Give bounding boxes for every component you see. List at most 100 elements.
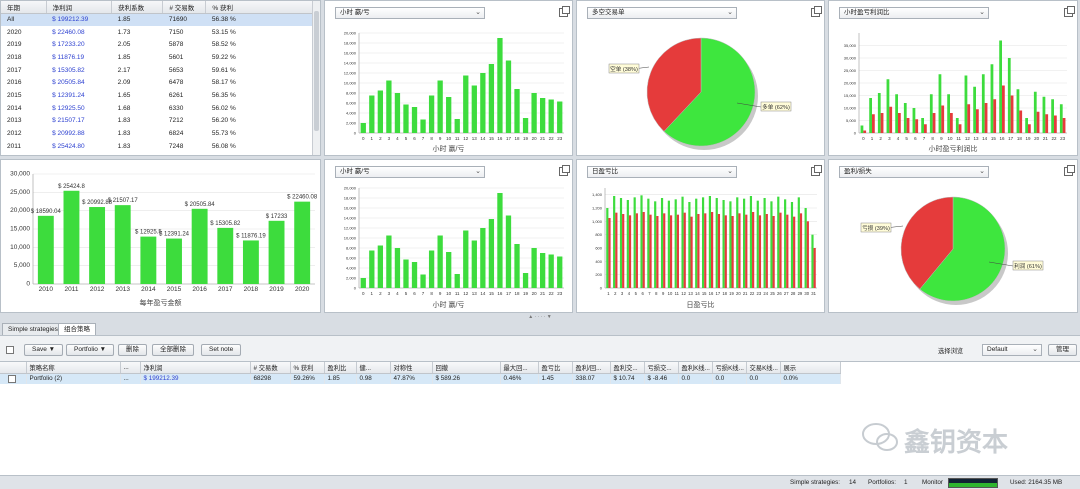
grid-col-header[interactable]: 策略名称 [26,362,121,374]
copy-icon[interactable] [811,165,822,176]
grid-cell: 0.98 [356,373,391,384]
copy-icon[interactable] [1064,6,1075,17]
grid-col-header[interactable]: 净利润 [140,362,251,374]
splitter-handle[interactable]: ▲ · · · · ▼ [520,314,560,320]
tab-simple-strategies[interactable]: Simple strategies [2,323,64,335]
grid-col-header[interactable]: 健... [356,362,391,374]
delete-button[interactable]: 删除 [118,344,147,356]
view-label: 选择浏览 [938,348,964,355]
grid-cell: 47.87% [390,373,433,384]
chart-type-select[interactable]: 小时盈亏利润比 ⌄ [839,7,989,19]
table-row[interactable]: 2017 $ 15305.82 2.17 5653 59.61 % [1,64,313,77]
bar [786,214,789,288]
grid-col-header[interactable]: ... [120,362,141,374]
year-table-col-header[interactable]: 净利润 [46,1,113,14]
hour-winloss-chart: 0 2,000 4,000 6,000 8,000 10,000 12,000 14,000 1… [344,31,564,141]
table-row[interactable]: 2011 $ 25424.80 1.83 7248 56.08 % [1,140,313,153]
bar [360,278,366,288]
table-row[interactable]: 2016 $ 20505.84 2.09 6478 58.17 % [1,76,313,89]
data-label: $ 15305.82 [210,221,241,227]
grid-col-header[interactable]: 回撤 [432,362,501,374]
set-note-button[interactable]: Set note [201,344,242,356]
table-row[interactable]: Portfolio (2)... $ 199212.39 68298 59.26% 1.… [0,373,841,384]
y-tick-label: 18,000 [344,196,357,201]
x-tick-label: 4 [628,291,631,296]
manage-button[interactable]: 管理 [1048,344,1077,356]
grid-col-header[interactable]: 亏损交... [644,362,679,374]
table-row[interactable]: 2019 $ 17233.20 2.05 5878 58.52 % [1,38,313,51]
grid-col-header[interactable]: 盈利K线... [678,362,713,374]
profit-loss-pie: 亏损 (39%) 利润 (61%) [860,196,1044,305]
bar [674,199,677,288]
chart-caption: 日盈亏比 [686,302,715,309]
chart-type-select[interactable]: 小时 赢/亏 ⌄ [335,7,485,19]
year-table-col-header[interactable]: 获利系数 [111,1,164,14]
chart-type-select[interactable]: 盈利/损失 ⌄ [839,166,989,178]
table-row[interactable]: 2012 $ 20992.88 1.83 6824 55.73 % [1,127,313,140]
grid-col-header[interactable]: 最大回... [500,362,539,374]
table-cell: 2011 [7,142,21,150]
chart-type-select[interactable]: 多空交易单 ⌄ [587,7,737,19]
copy-icon[interactable] [559,6,570,17]
bar [950,113,953,133]
portfolios-count: 1 [904,479,908,486]
table-row[interactable]: 2018 $ 11876.19 1.85 5601 59.22 % [1,51,313,64]
bar [869,98,872,133]
grid-col-header[interactable]: 对称性 [390,362,433,374]
table-row[interactable]: 2020 $ 22460.08 1.73 7150 53.15 % [1,26,313,39]
grid-col-header[interactable]: 盈利/回... [572,362,611,374]
bar [797,197,800,288]
bar [505,60,512,133]
table-row[interactable]: 2013 $ 21507.17 1.83 7212 56.20 % [1,115,313,128]
table-row[interactable]: 2014 $ 12925.50 1.68 6330 56.02 % [1,102,313,115]
table-row[interactable]: 2015 $ 12391.24 1.65 6261 56.35 % [1,89,313,102]
bar [932,113,936,133]
bar [811,234,814,288]
grid-col-header[interactable]: % 获利 [290,362,325,374]
y-tick-label: 20,000 [844,81,857,86]
table-cell: 56.35 % [211,91,236,99]
table-cell: 2019 [7,41,22,49]
tab-portfolio-strategies[interactable]: 组合策略 [58,323,96,335]
table-row[interactable]: All $ 199212.39 1.85 71690 56.38 % [1,13,313,26]
table-cell: 6824 [168,130,184,138]
x-tick-label: 12 [681,291,686,296]
x-tick-label: 21 [1043,136,1049,141]
bar [1062,118,1066,133]
year-table-col-header[interactable]: # 交易数 [162,1,207,14]
row-checkbox[interactable] [8,374,16,383]
year-table-col-header[interactable]: % 获利 [205,1,313,14]
bar [903,103,907,133]
grid-col-header[interactable]: # 交易数 [250,362,291,374]
bar [1059,104,1063,133]
x-tick-label: 21 [743,291,748,296]
copy-icon[interactable] [559,165,570,176]
monitor-graph [948,478,998,488]
memory-used: Used: 2164.35 MB [1010,479,1063,486]
bar [863,130,867,133]
save-button[interactable]: Save ▼ [24,344,64,356]
grid-col-header[interactable]: 亏损K线... [712,362,747,374]
y-tick-label: 1,200 [592,206,603,211]
x-tick-label: 8 [430,136,433,141]
copy-icon[interactable] [1064,165,1075,176]
x-tick-label: 8 [931,136,934,141]
bar [654,201,657,288]
grid-col-header[interactable]: 盈亏比 [538,362,573,374]
view-select[interactable]: Default ⌄ [982,344,1042,356]
select-all-checkbox[interactable] [6,346,14,354]
portfolio-button[interactable]: Portfolio ▼ [66,344,115,356]
delete-all-button[interactable]: 全部删除 [152,344,194,356]
grid-col-header[interactable]: 盈利交... [610,362,645,374]
grid-col-header[interactable]: 交易K线... [746,362,781,374]
chart-type-select[interactable]: 小时 赢/亏 ⌄ [335,166,485,178]
chart-type-select[interactable]: 日盈亏比 ⌄ [587,166,737,178]
year-table-scrollbar[interactable] [312,1,320,155]
grid-col-header[interactable]: 盈利比 [324,362,357,374]
grid-col-header[interactable]: 展示 [780,362,841,374]
copy-icon[interactable] [811,6,822,17]
bar [428,250,435,288]
bar [548,99,554,133]
year-table-col-header[interactable]: 年期 [1,1,47,14]
x-tick-label: 19 [523,291,529,296]
